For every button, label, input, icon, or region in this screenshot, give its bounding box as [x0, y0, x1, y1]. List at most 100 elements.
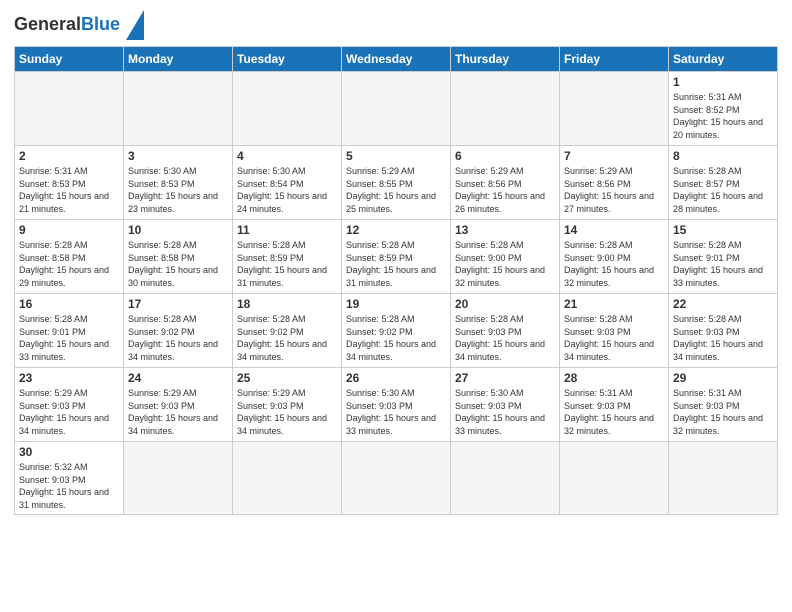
calendar-day-cell — [342, 72, 451, 146]
day-number: 13 — [455, 223, 555, 237]
logo: GeneralBlue — [14, 10, 144, 40]
calendar-day-cell: 2 Sunrise: 5:31 AMSunset: 8:53 PMDaylight… — [15, 146, 124, 220]
day-number: 28 — [564, 371, 664, 385]
weekday-header: Saturday — [669, 47, 778, 72]
day-info: Sunrise: 5:31 AMSunset: 8:52 PMDaylight:… — [673, 91, 773, 141]
day-info: Sunrise: 5:28 AMSunset: 8:57 PMDaylight:… — [673, 165, 773, 215]
calendar-day-cell: 7 Sunrise: 5:29 AMSunset: 8:56 PMDaylight… — [560, 146, 669, 220]
day-info: Sunrise: 5:28 AMSunset: 8:58 PMDaylight:… — [128, 239, 228, 289]
day-number: 20 — [455, 297, 555, 311]
weekday-header: Monday — [124, 47, 233, 72]
calendar-day-cell — [451, 72, 560, 146]
day-number: 7 — [564, 149, 664, 163]
day-number: 1 — [673, 75, 773, 89]
weekday-header: Thursday — [451, 47, 560, 72]
calendar-day-cell: 5 Sunrise: 5:29 AMSunset: 8:55 PMDaylight… — [342, 146, 451, 220]
calendar-day-cell: 16 Sunrise: 5:28 AMSunset: 9:01 PMDayligh… — [15, 294, 124, 368]
weekday-header: Sunday — [15, 47, 124, 72]
day-number: 16 — [19, 297, 119, 311]
calendar-day-cell: 10 Sunrise: 5:28 AMSunset: 8:58 PMDayligh… — [124, 220, 233, 294]
calendar-day-cell — [15, 72, 124, 146]
day-number: 10 — [128, 223, 228, 237]
calendar-day-cell: 8 Sunrise: 5:28 AMSunset: 8:57 PMDaylight… — [669, 146, 778, 220]
day-number: 2 — [19, 149, 119, 163]
calendar-day-cell: 24 Sunrise: 5:29 AMSunset: 9:03 PMDayligh… — [124, 368, 233, 442]
calendar-day-cell — [560, 72, 669, 146]
day-info: Sunrise: 5:28 AMSunset: 8:58 PMDaylight:… — [19, 239, 119, 289]
day-info: Sunrise: 5:28 AMSunset: 9:03 PMDaylight:… — [564, 313, 664, 363]
calendar-day-cell: 18Sunrise: 5:28 AMSunset: 9:02 PMDayligh… — [233, 294, 342, 368]
calendar-day-cell — [233, 72, 342, 146]
day-info: Sunrise: 5:31 AMSunset: 8:53 PMDaylight:… — [19, 165, 119, 215]
calendar-day-cell — [451, 442, 560, 515]
day-info: Sunrise: 5:28 AMSunset: 8:59 PMDaylight:… — [346, 239, 446, 289]
calendar-day-cell: 29Sunrise: 5:31 AMSunset: 9:03 PMDayligh… — [669, 368, 778, 442]
day-number: 14 — [564, 223, 664, 237]
calendar-week-row: 9 Sunrise: 5:28 AMSunset: 8:58 PMDaylight… — [15, 220, 778, 294]
day-info: Sunrise: 5:29 AMSunset: 9:03 PMDaylight:… — [237, 387, 337, 437]
day-info: Sunrise: 5:28 AMSunset: 9:02 PMDaylight:… — [237, 313, 337, 363]
day-info: Sunrise: 5:32 AMSunset: 9:03 PMDaylight:… — [19, 461, 119, 511]
day-number: 24 — [128, 371, 228, 385]
logo-icon — [126, 10, 144, 40]
day-number: 25 — [237, 371, 337, 385]
calendar-day-cell: 11Sunrise: 5:28 AMSunset: 8:59 PMDayligh… — [233, 220, 342, 294]
day-info: Sunrise: 5:28 AMSunset: 8:59 PMDaylight:… — [237, 239, 337, 289]
day-number: 29 — [673, 371, 773, 385]
calendar-day-cell: 13Sunrise: 5:28 AMSunset: 9:00 PMDayligh… — [451, 220, 560, 294]
day-info: Sunrise: 5:29 AMSunset: 9:03 PMDaylight:… — [19, 387, 119, 437]
calendar-day-cell: 12 Sunrise: 5:28 AMSunset: 8:59 PMDayligh… — [342, 220, 451, 294]
calendar-day-cell: 27Sunrise: 5:30 AMSunset: 9:03 PMDayligh… — [451, 368, 560, 442]
day-number: 23 — [19, 371, 119, 385]
day-number: 19 — [346, 297, 446, 311]
calendar-day-cell: 30Sunrise: 5:32 AMSunset: 9:03 PMDayligh… — [15, 442, 124, 515]
calendar-table: SundayMondayTuesdayWednesdayThursdayFrid… — [14, 46, 778, 515]
day-number: 27 — [455, 371, 555, 385]
day-number: 6 — [455, 149, 555, 163]
calendar-week-row: 1 Sunrise: 5:31 AMSunset: 8:52 PMDaylight… — [15, 72, 778, 146]
day-info: Sunrise: 5:30 AMSunset: 8:53 PMDaylight:… — [128, 165, 228, 215]
calendar-day-cell: 23 Sunrise: 5:29 AMSunset: 9:03 PMDayligh… — [15, 368, 124, 442]
calendar-day-cell: 20Sunrise: 5:28 AMSunset: 9:03 PMDayligh… — [451, 294, 560, 368]
day-info: Sunrise: 5:30 AMSunset: 8:54 PMDaylight:… — [237, 165, 337, 215]
calendar-day-cell: 4 Sunrise: 5:30 AMSunset: 8:54 PMDaylight… — [233, 146, 342, 220]
day-number: 12 — [346, 223, 446, 237]
day-number: 9 — [19, 223, 119, 237]
day-info: Sunrise: 5:29 AMSunset: 8:55 PMDaylight:… — [346, 165, 446, 215]
calendar-week-row: 2 Sunrise: 5:31 AMSunset: 8:53 PMDaylight… — [15, 146, 778, 220]
day-number: 4 — [237, 149, 337, 163]
day-number: 8 — [673, 149, 773, 163]
calendar-day-cell — [669, 442, 778, 515]
day-info: Sunrise: 5:29 AMSunset: 8:56 PMDaylight:… — [455, 165, 555, 215]
calendar-day-cell: 28Sunrise: 5:31 AMSunset: 9:03 PMDayligh… — [560, 368, 669, 442]
logo-text: GeneralBlue — [14, 15, 120, 35]
calendar-week-row: 23 Sunrise: 5:29 AMSunset: 9:03 PMDayligh… — [15, 368, 778, 442]
day-info: Sunrise: 5:29 AMSunset: 9:03 PMDaylight:… — [128, 387, 228, 437]
day-number: 5 — [346, 149, 446, 163]
calendar-day-cell: 22 Sunrise: 5:28 AMSunset: 9:03 PMDayligh… — [669, 294, 778, 368]
calendar-day-cell — [342, 442, 451, 515]
calendar-header-row: SundayMondayTuesdayWednesdayThursdayFrid… — [15, 47, 778, 72]
calendar-day-cell: 21Sunrise: 5:28 AMSunset: 9:03 PMDayligh… — [560, 294, 669, 368]
day-number: 22 — [673, 297, 773, 311]
day-number: 15 — [673, 223, 773, 237]
calendar-page: GeneralBlue SundayMondayTuesdayWednesday… — [0, 0, 792, 525]
day-info: Sunrise: 5:28 AMSunset: 9:01 PMDaylight:… — [19, 313, 119, 363]
weekday-header: Tuesday — [233, 47, 342, 72]
day-info: Sunrise: 5:28 AMSunset: 9:02 PMDaylight:… — [346, 313, 446, 363]
calendar-week-row: 16 Sunrise: 5:28 AMSunset: 9:01 PMDayligh… — [15, 294, 778, 368]
header: GeneralBlue — [14, 10, 778, 40]
calendar-day-cell — [233, 442, 342, 515]
day-number: 17 — [128, 297, 228, 311]
calendar-day-cell: 9 Sunrise: 5:28 AMSunset: 8:58 PMDaylight… — [15, 220, 124, 294]
day-info: Sunrise: 5:28 AMSunset: 9:00 PMDaylight:… — [564, 239, 664, 289]
day-info: Sunrise: 5:29 AMSunset: 8:56 PMDaylight:… — [564, 165, 664, 215]
day-info: Sunrise: 5:28 AMSunset: 9:02 PMDaylight:… — [128, 313, 228, 363]
calendar-day-cell: 26Sunrise: 5:30 AMSunset: 9:03 PMDayligh… — [342, 368, 451, 442]
calendar-day-cell: 19 Sunrise: 5:28 AMSunset: 9:02 PMDayligh… — [342, 294, 451, 368]
day-info: Sunrise: 5:28 AMSunset: 9:03 PMDaylight:… — [673, 313, 773, 363]
calendar-day-cell — [560, 442, 669, 515]
calendar-day-cell: 1 Sunrise: 5:31 AMSunset: 8:52 PMDaylight… — [669, 72, 778, 146]
day-info: Sunrise: 5:28 AMSunset: 9:01 PMDaylight:… — [673, 239, 773, 289]
calendar-day-cell: 17 Sunrise: 5:28 AMSunset: 9:02 PMDayligh… — [124, 294, 233, 368]
